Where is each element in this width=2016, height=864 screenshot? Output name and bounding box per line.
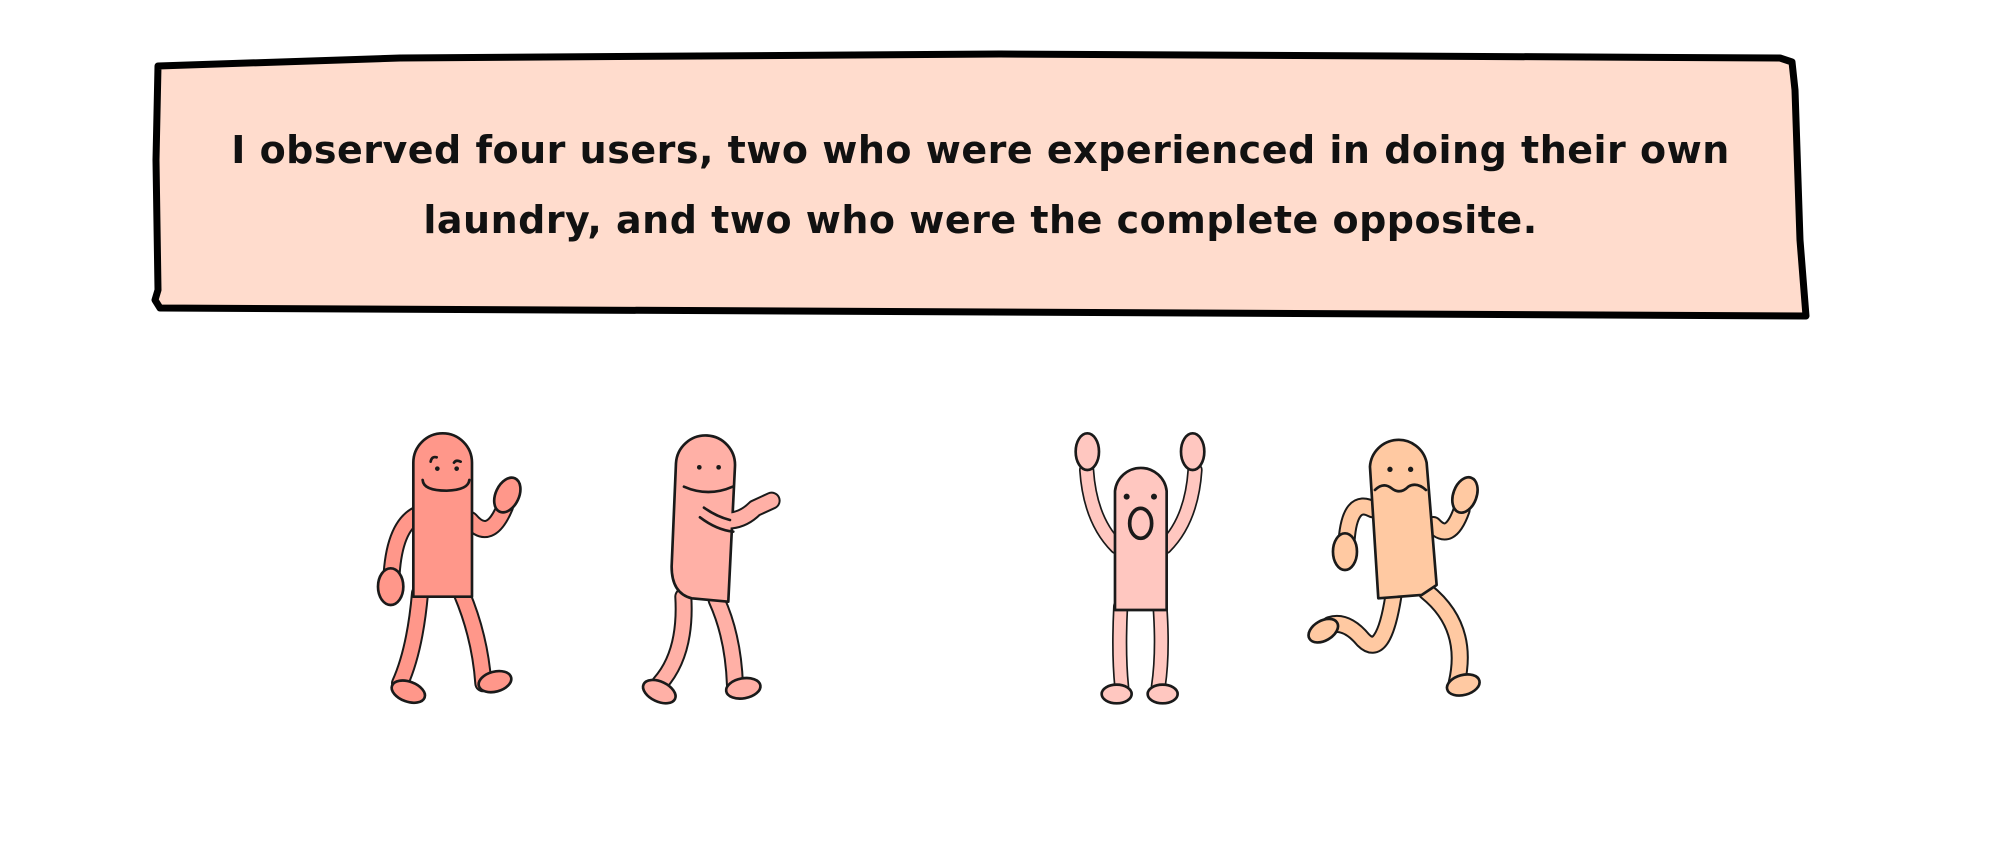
figure-experienced-pointing <box>641 434 781 705</box>
figure-experienced-waving <box>376 432 522 705</box>
hand-icon <box>1179 431 1206 472</box>
hand-icon <box>1331 531 1359 572</box>
hand-icon <box>376 566 405 607</box>
hand-icon <box>1074 431 1101 472</box>
figures-illustration <box>376 431 1481 705</box>
figure-inexperienced-running <box>1307 438 1481 697</box>
figure-inexperienced-surprised <box>1074 431 1206 705</box>
